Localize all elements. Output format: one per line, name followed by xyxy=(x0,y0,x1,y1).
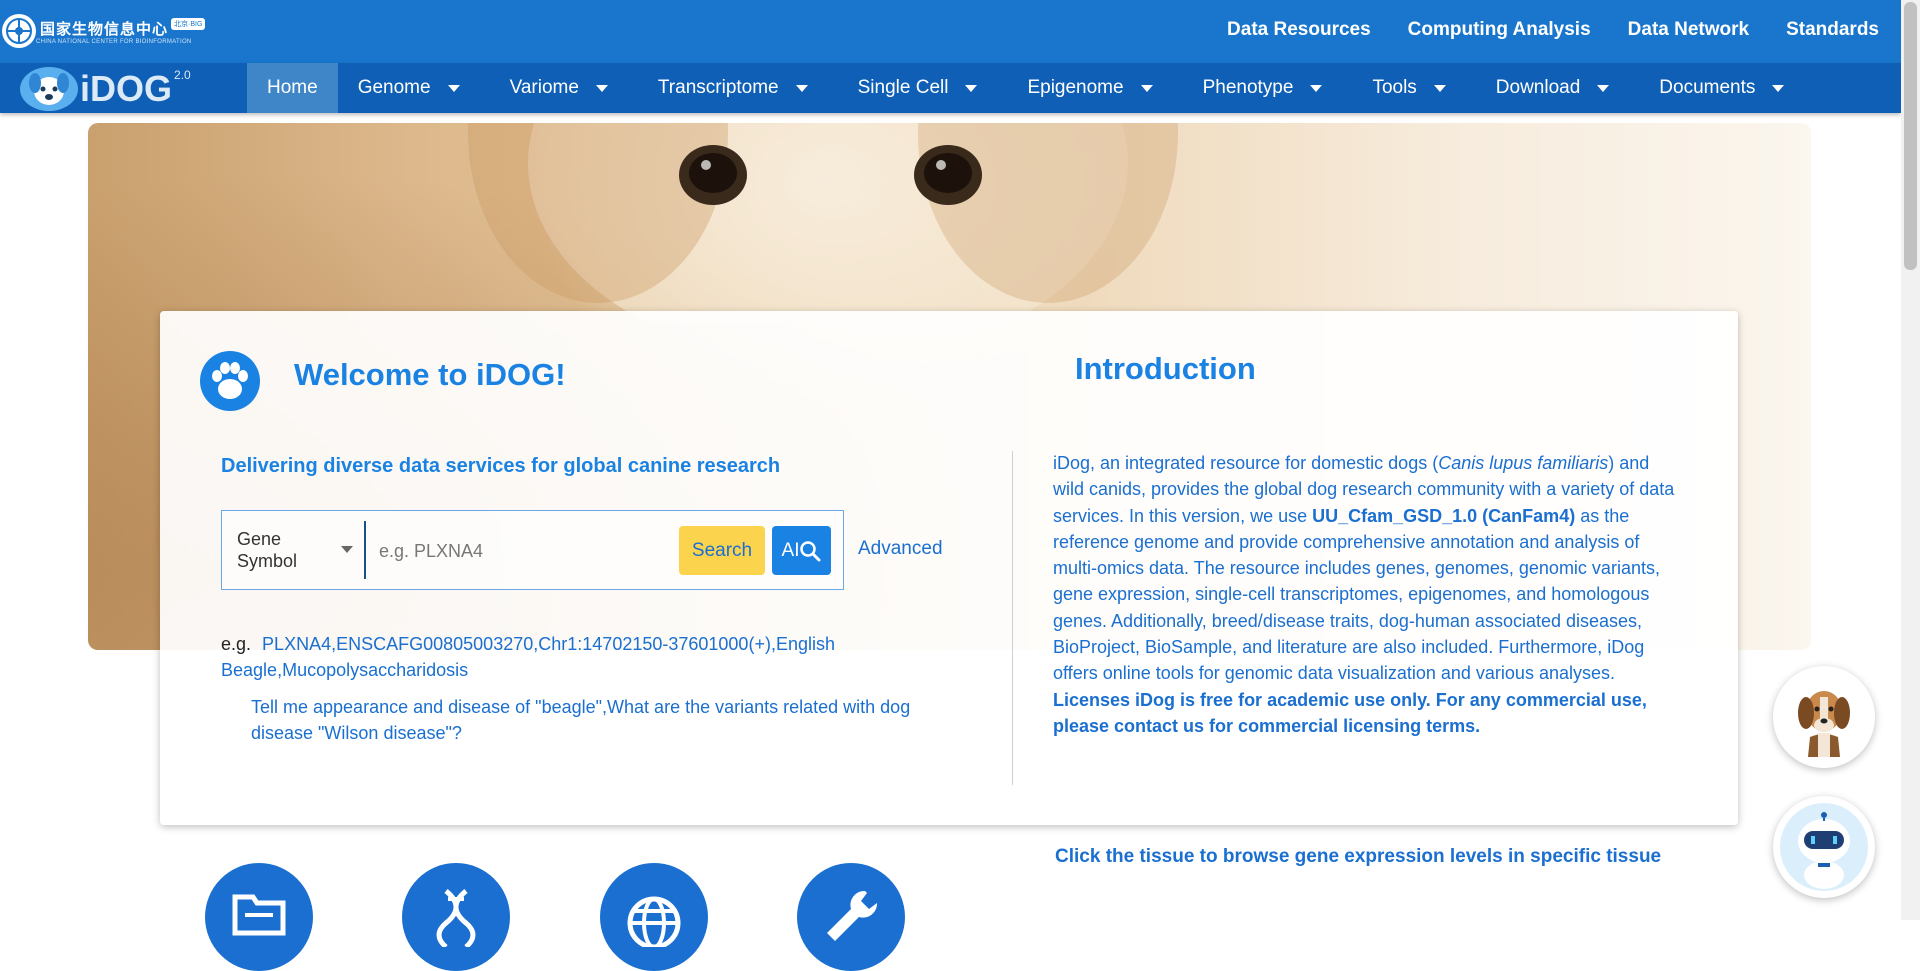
example-link[interactable]: Chr1:14702150-37601000(+) xyxy=(538,634,771,654)
logo-version: 2.0 xyxy=(174,68,191,82)
dog-head-logo-icon xyxy=(20,67,78,111)
license-note: Licenses iDog is free for academic use o… xyxy=(1053,689,1647,736)
ai-label: AI xyxy=(781,539,800,561)
nav-item-documents[interactable]: Documents xyxy=(1639,63,1814,113)
cncb-logo[interactable]: 国家生物信息中心 北京·BIG CHINA NATIONAL CENTER FOR… xyxy=(2,12,206,50)
nav-label: Download xyxy=(1495,77,1581,98)
tissue-prompt: Click the tissue to browse gene expressi… xyxy=(1055,846,1662,867)
advanced-search-link[interactable]: Advanced xyxy=(858,538,943,560)
caret-down-icon xyxy=(1597,84,1610,92)
caret-down-icon xyxy=(1140,84,1153,92)
card-divider xyxy=(1012,451,1013,785)
nav-label: Home xyxy=(267,77,318,98)
nav-item-genome[interactable]: Genome xyxy=(338,63,490,113)
beagle-assistant-button[interactable] xyxy=(1773,666,1875,768)
logo-text: iDOG xyxy=(80,68,173,109)
nav-label: Variome xyxy=(509,77,579,98)
ai-example-link[interactable]: Tell me appearance and disease of "beagl… xyxy=(251,697,602,717)
nav-label: Documents xyxy=(1659,77,1756,98)
org-subtitle: CHINA NATIONAL CENTER FOR BIOINFORMATION xyxy=(36,38,192,45)
search-input[interactable] xyxy=(377,531,671,571)
folder-icon xyxy=(232,894,286,936)
magnifier-icon xyxy=(800,540,821,561)
scrollbar-thumb[interactable] xyxy=(1904,2,1917,270)
feature-dna-button[interactable] xyxy=(402,863,510,971)
caret-down-icon xyxy=(965,84,978,92)
nav-item-variome[interactable]: Variome xyxy=(490,63,638,113)
top-link-data-resources[interactable]: Data Resources xyxy=(1227,19,1371,41)
caret-down-icon xyxy=(1433,84,1446,92)
page-scrollbar[interactable] xyxy=(1901,0,1920,920)
top-link-computing-analysis[interactable]: Computing Analysis xyxy=(1408,19,1591,41)
dna-icon xyxy=(436,889,476,947)
search-type-select[interactable]: Gene Symbol xyxy=(222,511,364,589)
ai-query-examples: Tell me appearance and disease of "beagl… xyxy=(251,697,911,743)
beagle-avatar-icon xyxy=(1798,691,1850,757)
caret-down-icon xyxy=(1772,84,1785,92)
intro-title: Introduction xyxy=(1075,351,1256,386)
nav-menu: Home Genome Variome Transcriptome Single… xyxy=(247,63,1814,113)
welcome-card: Welcome to iDOG! Delivering diverse data… xyxy=(160,311,1738,825)
search-examples: e.g. PLXNA4,ENSCAFG00805003270,Chr1:1470… xyxy=(221,634,836,680)
nav-item-download[interactable]: Download xyxy=(1476,63,1640,113)
welcome-tagline: Delivering diverse data services for glo… xyxy=(221,455,781,477)
example-link[interactable]: Mucopolysaccharidosis xyxy=(282,660,468,680)
org-badge: 北京·BIG xyxy=(171,17,206,30)
nav-item-phenotype[interactable]: Phenotype xyxy=(1183,63,1353,113)
nav-label: Single Cell xyxy=(857,77,949,98)
intro-text-part: as the reference genome and provide comp… xyxy=(1053,505,1660,684)
species-name: Canis lupus familiaris xyxy=(1438,453,1609,473)
top-links: Data Resources Computing Analysis Data N… xyxy=(1227,19,1879,41)
nav-label: Genome xyxy=(357,77,431,98)
idog-logo[interactable]: iDOG 2.0 xyxy=(20,67,191,111)
caret-down-icon xyxy=(795,84,808,92)
search-divider xyxy=(364,521,366,579)
search-type-value: Gene Symbol xyxy=(237,529,298,571)
feature-globe-button[interactable] xyxy=(600,863,708,971)
nav-item-epigenome[interactable]: Epigenome xyxy=(1007,63,1182,113)
welcome-title: Welcome to iDOG! xyxy=(294,357,566,392)
caret-down-icon xyxy=(595,84,608,92)
globe-icon xyxy=(627,896,681,947)
nav-item-single-cell[interactable]: Single Cell xyxy=(838,63,1008,113)
nav-label: Epigenome xyxy=(1027,77,1124,98)
nav-item-home[interactable]: Home xyxy=(247,63,338,113)
caret-down-icon xyxy=(447,84,460,92)
main-navbar: iDOG 2.0 Home Genome Variome Transcripto… xyxy=(0,63,1901,113)
dog-photo-image xyxy=(468,123,1178,323)
nav-label: Tools xyxy=(1372,77,1417,98)
nav-label: Phenotype xyxy=(1202,77,1294,98)
reference-genome: UU_Cfam_GSD_1.0 (CanFam4) xyxy=(1312,505,1576,526)
search-form: Gene Symbol Search AI xyxy=(221,510,844,590)
intro-paragraph: iDog, an integrated resource for domesti… xyxy=(1053,450,1685,739)
cncb-emblem-icon xyxy=(2,14,36,48)
intro-text-part: iDog, an integrated resource for domesti… xyxy=(1053,453,1439,473)
eg-label: e.g. xyxy=(221,634,252,654)
org-name: 国家生物信息中心 xyxy=(40,20,169,38)
caret-down-icon xyxy=(341,546,353,553)
nav-label: Transcriptome xyxy=(657,77,779,98)
top-link-data-network[interactable]: Data Network xyxy=(1628,19,1749,41)
robot-avatar-icon xyxy=(1780,803,1868,891)
wrench-icon xyxy=(827,890,878,941)
feature-folder-button[interactable] xyxy=(205,863,313,971)
ai-search-button[interactable]: AI xyxy=(772,526,831,575)
robot-assistant-button[interactable] xyxy=(1773,796,1875,898)
feature-tools-button[interactable] xyxy=(797,863,905,971)
search-button[interactable]: Search xyxy=(679,526,765,575)
example-link[interactable]: PLXNA4 xyxy=(262,634,331,654)
nav-item-transcriptome[interactable]: Transcriptome xyxy=(638,63,838,113)
example-link[interactable]: ENSCAFG00805003270 xyxy=(336,634,533,654)
nav-item-tools[interactable]: Tools xyxy=(1352,63,1475,113)
paw-icon xyxy=(200,351,260,411)
caret-down-icon xyxy=(1310,84,1323,92)
top-link-standards[interactable]: Standards xyxy=(1786,19,1879,41)
top-header-bar: 国家生物信息中心 北京·BIG CHINA NATIONAL CENTER FOR… xyxy=(0,0,1901,63)
